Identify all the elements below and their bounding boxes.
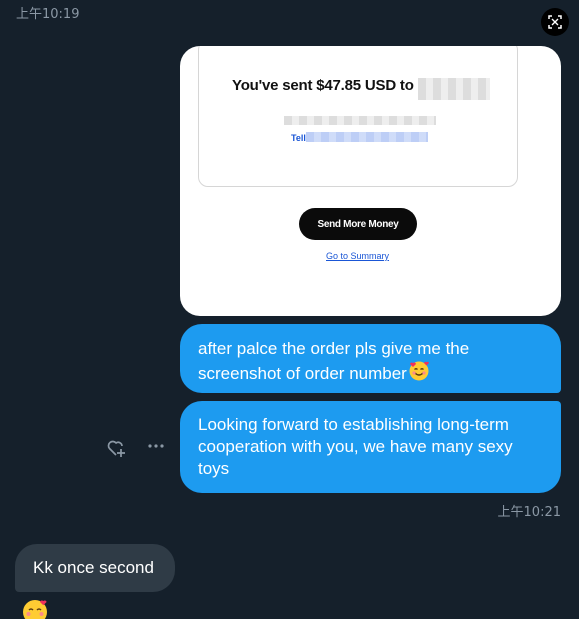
expand-media-icon (548, 15, 562, 29)
smiling-face-with-hearts-icon[interactable] (21, 598, 49, 619)
go-to-summary-link: Go to Summary (326, 251, 390, 261)
sent-message[interactable]: Looking forward to establishing long-ter… (180, 401, 561, 493)
redacted-link-prefix: Tell (291, 133, 306, 143)
expand-media-button[interactable] (541, 8, 569, 36)
redacted-details (284, 116, 436, 125)
payment-sent-text: You've sent $47.85 USD to (232, 77, 414, 94)
message-text: Kk once second (33, 558, 154, 577)
more-options-icon (148, 444, 164, 448)
add-reaction-icon (107, 440, 125, 457)
received-message[interactable]: Kk once second (15, 544, 175, 592)
message-text: Looking forward to establishing long-ter… (198, 415, 513, 478)
dm-conversation: 上午10:19 You've sent $47.85 USD to Tell S… (0, 0, 579, 619)
timestamp: 上午10:21 (497, 505, 561, 520)
send-more-money-button: Send More Money (299, 208, 417, 240)
smiling-face-with-hearts-icon (408, 360, 430, 388)
redacted-link (306, 132, 428, 142)
timestamp: 上午10:19 (16, 7, 80, 22)
add-reaction-button[interactable] (104, 436, 128, 460)
redacted-recipient (418, 78, 490, 100)
more-options-button[interactable] (146, 436, 166, 456)
sent-message[interactable]: after palce the order pls give me the sc… (180, 324, 561, 393)
payment-receipt-image[interactable]: You've sent $47.85 USD to Tell Send More… (180, 46, 561, 316)
